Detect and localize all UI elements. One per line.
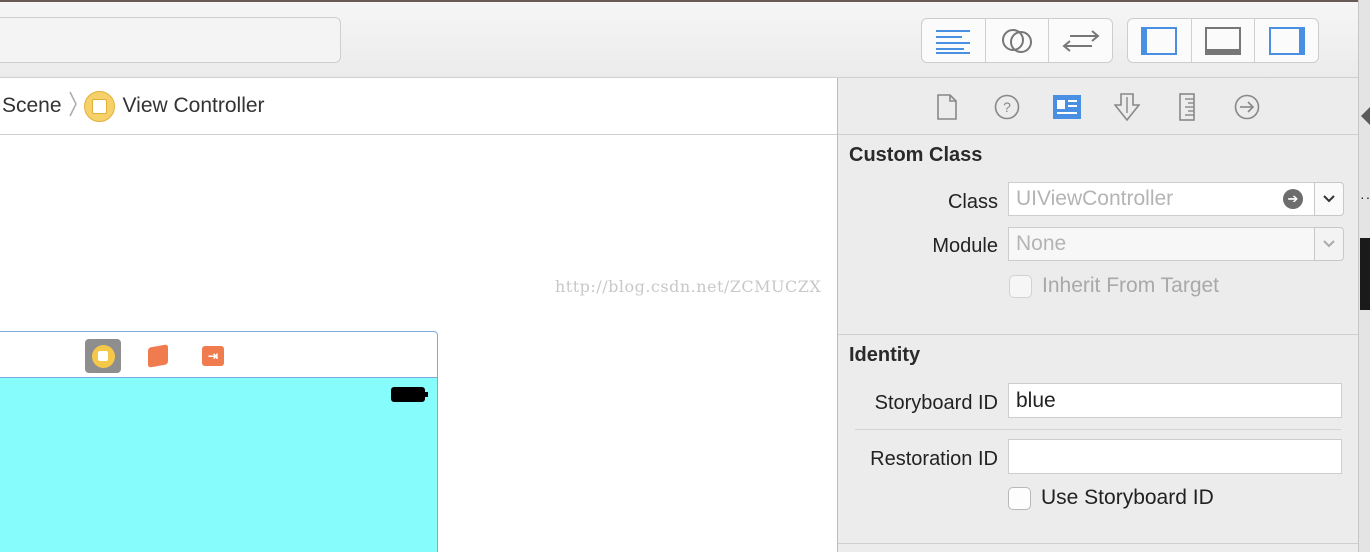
identity-inspector-icon [1053,95,1081,119]
class-dropdown-button[interactable] [1314,182,1344,216]
restoration-id-field[interactable] [1008,439,1342,474]
title-bar-edge [0,0,1358,2]
view-toggle-segmented-control [1127,18,1319,63]
version-editor-icon [1062,29,1100,52]
navigator-toggle-button[interactable] [1128,19,1192,62]
section-divider [838,334,1359,335]
svg-text:?: ? [1003,99,1011,115]
jump-bar: Scene View Controller [0,78,837,135]
view-controller-icon [91,344,115,368]
breadcrumb-scene[interactable]: Scene [2,94,62,118]
inherit-from-target-checkbox [1009,275,1032,298]
tab-attributes-inspector[interactable] [1112,92,1142,122]
navigator-toggle-icon [1141,26,1178,55]
editor-mode-segmented-control [921,18,1113,63]
module-label: Module [932,235,998,257]
version-editor-button[interactable] [1049,19,1112,62]
scene-dock: ⇥ [0,331,438,378]
arrow-left-icon [1361,106,1370,126]
storyboard-id-value: blue [1016,388,1056,412]
module-dropdown-button [1314,227,1344,261]
size-inspector-icon [1179,93,1195,121]
scroll-indicator [1360,238,1370,310]
restoration-id-label: Restoration ID [870,448,998,470]
identity-inspector-panel: ? Custom Class Class UIViewController ➔ … [837,78,1359,552]
arrow-right-circle-icon[interactable]: ➔ [1283,189,1303,209]
assistant-editor-button[interactable] [986,19,1050,62]
class-placeholder: UIViewController [1016,187,1174,210]
use-storyboard-id-label: Use Storyboard ID [1041,486,1214,509]
tab-size-inspector[interactable] [1172,92,1202,122]
field-divider [855,429,1341,430]
standard-editor-icon [936,29,971,54]
module-placeholder: None [1016,232,1067,255]
storyboard-id-field[interactable]: blue [1008,383,1342,418]
standard-editor-button[interactable] [922,19,986,62]
battery-icon [391,387,428,402]
view-controller-icon [83,90,115,122]
class-field[interactable]: UIViewController [1008,182,1315,216]
scene-dock-view-controller[interactable] [85,339,121,373]
tab-file-inspector[interactable] [932,92,962,122]
storyboard-id-label: Storyboard ID [874,392,998,414]
window-toolbar [0,0,1358,78]
use-storyboard-id-checkbox[interactable] [1008,487,1031,510]
first-responder-icon [148,344,168,368]
class-label: Class [947,191,998,213]
utilities-toggle-button[interactable] [1255,19,1318,62]
tab-identity-inspector[interactable] [1052,92,1082,122]
connections-inspector-icon [1234,94,1260,120]
exit-icon: ⇥ [202,346,224,366]
module-field: None [1008,227,1315,261]
assistant-editor-icon [1002,28,1032,53]
section-divider [838,543,1359,544]
view-controller-root-view[interactable] [0,378,438,552]
debug-area-toggle-button[interactable] [1192,19,1256,62]
chevron-down-icon [1323,195,1335,203]
chevron-down-icon [1323,240,1335,248]
inspector-tab-bar: ? [838,78,1359,135]
scene-dock-exit[interactable]: ⇥ [195,339,231,373]
identity-title: Identity [849,344,921,366]
watermark: http://blog.csdn.net/ZCMUCZX [555,277,822,296]
adjacent-window-edge: ·· [1358,0,1370,552]
inherit-from-target-label: Inherit From Target [1042,274,1220,297]
custom-class-title: Custom Class [849,144,983,166]
breadcrumb-view-controller[interactable]: View Controller [123,94,265,118]
scene-dock-first-responder[interactable] [140,339,176,373]
chevron-right-icon [68,90,78,123]
activity-field [0,17,341,63]
debug-area-toggle-icon [1205,26,1241,55]
tab-connections-inspector[interactable] [1232,92,1262,122]
ellipsis-icon: ·· [1360,189,1370,205]
tab-quick-help[interactable]: ? [992,92,1022,122]
quick-help-icon: ? [994,94,1020,120]
attributes-inspector-icon [1114,93,1140,121]
utilities-toggle-icon [1268,26,1305,55]
file-inspector-icon [937,94,957,120]
